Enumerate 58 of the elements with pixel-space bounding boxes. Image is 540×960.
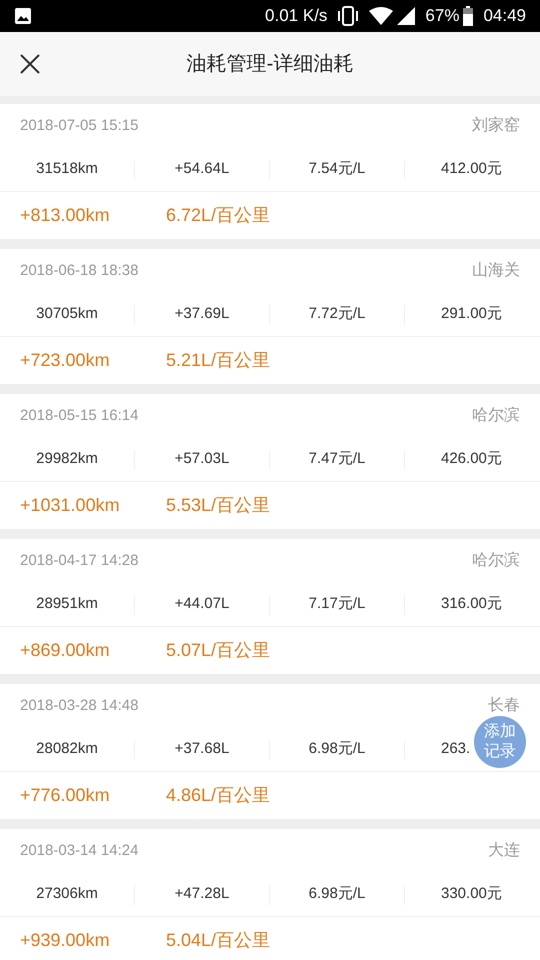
fuel-consumption: 5.04L/百公里 <box>166 929 270 952</box>
odometer-reading: 28082km <box>36 739 98 760</box>
distance-driven: +939.00km <box>20 929 111 952</box>
fuel-cost: 291.00元 <box>441 304 502 324</box>
fuel-cost: 316.00元 <box>441 594 502 614</box>
record-datetime: 2018-05-15 16:14 <box>20 406 138 426</box>
fuel-consumption: 4.86L/百公里 <box>166 784 270 807</box>
clock: 04:49 <box>483 5 526 28</box>
fuel-price: 6.98元/L <box>308 884 366 904</box>
close-icon <box>19 53 41 75</box>
record-place: 哈尔滨 <box>472 406 520 426</box>
record-datetime: 2018-04-17 14:28 <box>20 550 138 571</box>
fuel-amount: +47.28L <box>174 884 230 904</box>
record-place: 刘家窑 <box>472 116 520 136</box>
odometer-reading: 28951km <box>36 594 98 614</box>
fuel-price: 7.54元/L <box>308 159 366 180</box>
distance-driven: +723.00km <box>20 349 111 372</box>
vibrate-icon <box>337 6 360 26</box>
distance-driven: +869.00km <box>20 639 111 662</box>
distance-driven: +776.00km <box>20 784 111 807</box>
image-icon <box>14 7 32 25</box>
fuel-cost: 263. <box>441 739 470 760</box>
record-place: 哈尔滨 <box>472 550 520 571</box>
fuel-cost: 426.00元 <box>441 449 502 470</box>
network-speed: 0.01 K/s <box>265 5 328 28</box>
signal-icon <box>397 7 416 25</box>
fuel-amount: +37.69L <box>174 304 230 324</box>
wifi-icon <box>369 7 394 25</box>
fuel-consumption: 6.72L/百公里 <box>166 204 270 227</box>
odometer-reading: 29982km <box>36 449 98 470</box>
fuel-consumption: 5.53L/百公里 <box>166 494 270 517</box>
fuel-amount: +57.03L <box>174 449 230 470</box>
fuel-price: 7.17元/L <box>308 594 366 614</box>
record-place: 山海关 <box>472 260 520 281</box>
fuel-consumption: 5.21L/百公里 <box>166 349 270 372</box>
fuel-cost: 412.00元 <box>441 159 502 180</box>
fuel-price: 6.98元/L <box>308 739 366 760</box>
distance-driven: +813.00km <box>20 204 111 227</box>
record-place: 大连 <box>488 840 520 861</box>
fuel-consumption: 5.07L/百公里 <box>166 639 270 662</box>
odometer-reading: 31518km <box>36 159 98 180</box>
page-title: 油耗管理-详细油耗 <box>186 52 354 77</box>
fuel-amount: +54.64L <box>174 159 230 180</box>
record-datetime: 2018-03-14 14:24 <box>20 840 138 861</box>
odometer-reading: 30705km <box>36 304 98 324</box>
record-datetime: 2018-07-05 15:15 <box>20 116 138 136</box>
distance-driven: +1031.00km <box>20 494 121 517</box>
battery-icon <box>463 6 474 26</box>
record-datetime: 2018-03-28 14:48 <box>20 696 138 716</box>
fuel-price: 7.47元/L <box>308 449 366 470</box>
fuel-cost: 330.00元 <box>441 884 502 904</box>
fuel-price: 7.72元/L <box>308 304 366 324</box>
record-datetime: 2018-06-18 18:38 <box>20 260 138 281</box>
fuel-amount: +37.68L <box>174 739 230 760</box>
battery-percent: 67% <box>425 5 460 28</box>
fuel-amount: +44.07L <box>174 594 230 614</box>
record-place: 长春 <box>488 696 520 716</box>
odometer-reading: 27306km <box>36 884 98 904</box>
